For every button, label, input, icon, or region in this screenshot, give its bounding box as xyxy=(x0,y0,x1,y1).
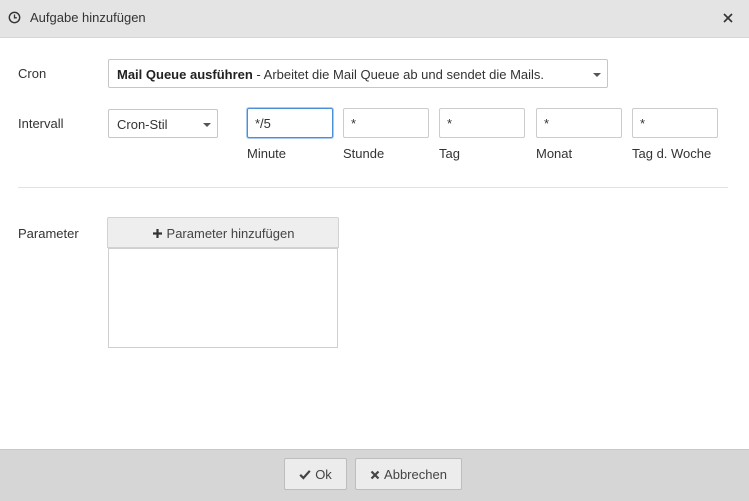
cancel-button[interactable]: Abbrechen xyxy=(355,458,462,490)
minute-field[interactable] xyxy=(247,108,333,138)
cron-job-description: - Arbeitet die Mail Queue ab und sendet … xyxy=(252,67,545,82)
interval-style-select[interactable]: Cron-Stil xyxy=(108,109,218,138)
cancel-button-content: Abbrechen xyxy=(356,467,461,482)
check-icon xyxy=(299,470,311,480)
close-icon[interactable] xyxy=(720,10,736,26)
day-field[interactable] xyxy=(439,108,525,138)
month-label: Monat xyxy=(536,146,573,161)
plus-icon xyxy=(152,229,162,238)
interval-label: Intervall xyxy=(18,116,64,131)
weekday-label: Tag d. Woche xyxy=(632,146,712,161)
x-icon xyxy=(370,470,380,480)
dialog-title: Aufgabe hinzufügen xyxy=(30,10,146,25)
chevron-down-icon xyxy=(593,73,601,77)
parameter-label: Parameter xyxy=(18,226,79,241)
dialog-footer: Ok Abbrechen xyxy=(0,449,749,501)
chevron-down-icon xyxy=(203,123,211,127)
add-parameter-label: Parameter hinzufügen xyxy=(166,226,295,241)
hour-label: Stunde xyxy=(343,146,385,161)
cancel-label: Abbrechen xyxy=(384,467,447,482)
add-parameter-button[interactable]: Parameter hinzufügen xyxy=(107,217,339,248)
section-divider xyxy=(18,187,728,188)
clock-icon xyxy=(8,11,21,24)
cron-label: Cron xyxy=(18,66,47,81)
day-label: Tag xyxy=(439,146,460,161)
minute-label: Minute xyxy=(247,146,287,161)
ok-button[interactable]: Ok xyxy=(284,458,347,490)
hour-field[interactable] xyxy=(343,108,429,138)
cron-select-value: Mail Queue ausführen - Arbeitet die Mail… xyxy=(117,67,544,82)
interval-style-value: Cron-Stil xyxy=(117,117,168,132)
ok-label: Ok xyxy=(315,467,332,482)
month-field[interactable] xyxy=(536,108,622,138)
ok-button-content: Ok xyxy=(285,467,346,482)
dialog-titlebar: Aufgabe hinzufügen xyxy=(0,0,749,38)
cron-job-name: Mail Queue ausführen xyxy=(117,67,253,82)
weekday-field[interactable] xyxy=(632,108,718,138)
cron-select[interactable]: Mail Queue ausführen - Arbeitet die Mail… xyxy=(108,59,608,88)
parameter-list[interactable] xyxy=(108,248,338,348)
add-parameter-button-content: Parameter hinzufügen xyxy=(108,226,338,241)
